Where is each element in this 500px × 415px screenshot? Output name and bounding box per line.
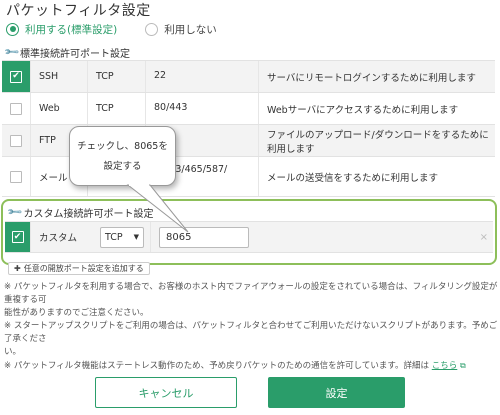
callout-tail xyxy=(126,184,189,233)
